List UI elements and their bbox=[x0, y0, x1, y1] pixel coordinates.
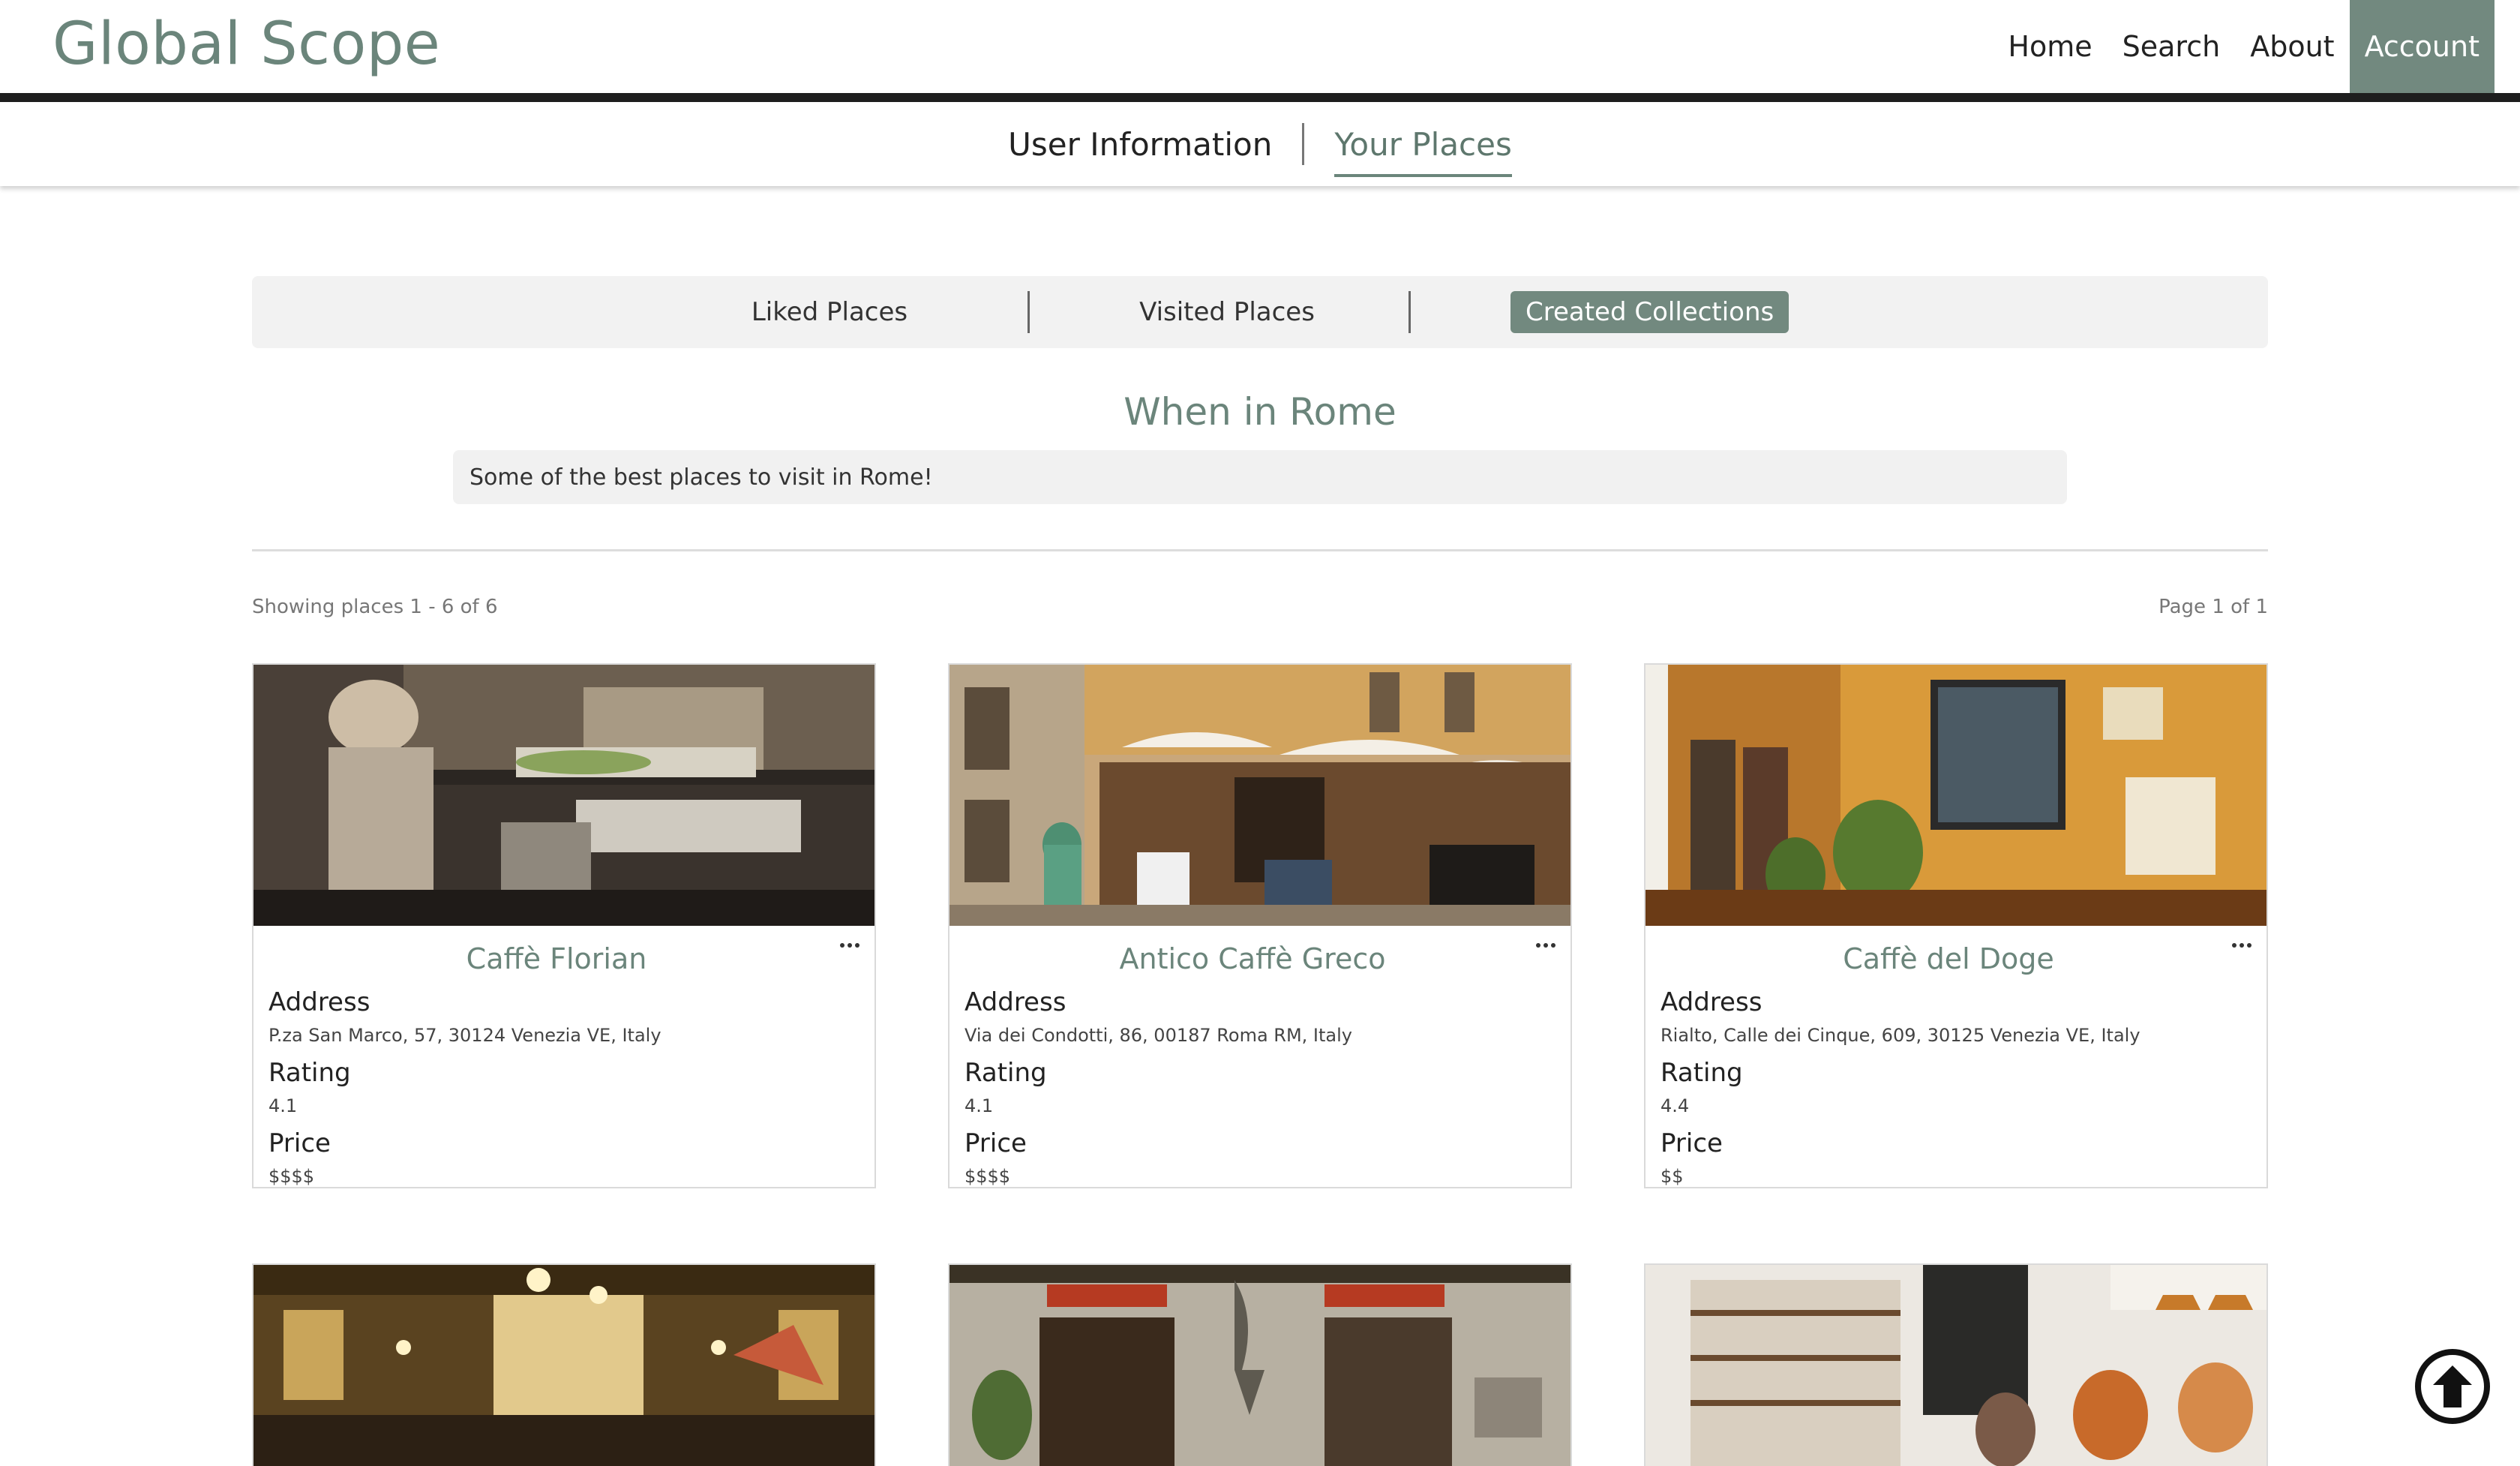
nav-account-link[interactable]: Account bbox=[2349, 0, 2494, 93]
place-photo bbox=[950, 665, 1570, 926]
tab-liked-places[interactable]: Liked Places bbox=[732, 291, 927, 333]
price-label: Price bbox=[964, 1128, 1027, 1158]
places-tab-bar: Liked Places Visited Places Created Coll… bbox=[252, 276, 2268, 348]
tab-separator bbox=[1028, 291, 1030, 333]
brand-logo[interactable]: Global Scope bbox=[52, 11, 440, 78]
rating-value: 4.1 bbox=[964, 1095, 994, 1116]
navbar-divider bbox=[0, 93, 2520, 102]
place-photo bbox=[1646, 1265, 2266, 1466]
tab-separator bbox=[1408, 291, 1411, 333]
rating-value: 4.1 bbox=[268, 1095, 298, 1116]
tab-created-collections[interactable]: Created Collections bbox=[1510, 291, 1790, 333]
rating-label: Rating bbox=[268, 1058, 351, 1088]
place-name[interactable]: Caffè Florian bbox=[254, 942, 860, 975]
address-value: P.za San Marco, 57, 30124 Venezia VE, It… bbox=[268, 1025, 662, 1046]
rating-label: Rating bbox=[964, 1058, 1047, 1088]
tab-your-places[interactable]: Your Places bbox=[1304, 122, 1542, 177]
place-photo bbox=[1646, 665, 2266, 926]
nav-home-link[interactable]: Home bbox=[1993, 0, 2107, 93]
address-value: Rialto, Calle dei Cinque, 609, 30125 Ven… bbox=[1660, 1025, 2140, 1046]
section-divider bbox=[252, 549, 2268, 551]
address-label: Address bbox=[1660, 987, 1762, 1017]
collection-title: When in Rome bbox=[1124, 390, 1396, 434]
arrow-up-circle-icon bbox=[2415, 1349, 2490, 1424]
place-card[interactable] bbox=[1644, 1263, 2268, 1466]
top-navbar: Global Scope Home Search About Account bbox=[0, 0, 2520, 95]
account-subnav: User Information Your Places bbox=[0, 102, 2520, 186]
price-label: Price bbox=[1660, 1128, 1723, 1158]
place-card[interactable]: Antico Caffè Greco Address Via dei Condo… bbox=[948, 663, 1572, 1188]
address-value: Via dei Condotti, 86, 00187 Roma RM, Ita… bbox=[964, 1025, 1352, 1046]
main-content: Liked Places Visited Places Created Coll… bbox=[252, 276, 2268, 1466]
nav-about-link[interactable]: About bbox=[2235, 0, 2349, 93]
nav-search-link[interactable]: Search bbox=[2108, 0, 2236, 93]
place-name[interactable]: Caffè del Doge bbox=[1646, 942, 2252, 975]
place-card[interactable]: Caffè Florian Address P.za San Marco, 57… bbox=[252, 663, 876, 1188]
place-photo bbox=[950, 1265, 1570, 1466]
price-value: $$$$ bbox=[268, 1166, 315, 1187]
place-card[interactable] bbox=[252, 1263, 876, 1466]
main-nav: Home Search About Account bbox=[1993, 0, 2494, 93]
rating-label: Rating bbox=[1660, 1058, 1743, 1088]
page-indicator: Page 1 of 1 bbox=[2158, 596, 2268, 618]
address-label: Address bbox=[964, 987, 1066, 1017]
address-label: Address bbox=[268, 987, 370, 1017]
place-photo bbox=[254, 1265, 874, 1466]
tab-visited-places[interactable]: Visited Places bbox=[1114, 291, 1340, 333]
price-value: $$$$ bbox=[964, 1166, 1011, 1187]
tab-user-information[interactable]: User Information bbox=[978, 122, 1302, 167]
scroll-to-top-button[interactable] bbox=[2414, 1347, 2492, 1425]
rating-value: 4.4 bbox=[1660, 1095, 1690, 1116]
price-value: $$ bbox=[1660, 1166, 1684, 1187]
place-photo bbox=[254, 665, 874, 926]
price-label: Price bbox=[268, 1128, 331, 1158]
place-card[interactable]: Caffè del Doge Address Rialto, Calle dei… bbox=[1644, 663, 2268, 1188]
place-name[interactable]: Antico Caffè Greco bbox=[950, 942, 1556, 975]
place-card[interactable] bbox=[948, 1263, 1572, 1466]
results-count: Showing places 1 - 6 of 6 bbox=[252, 596, 498, 618]
collection-description[interactable]: Some of the best places to visit in Rome… bbox=[453, 450, 2067, 504]
